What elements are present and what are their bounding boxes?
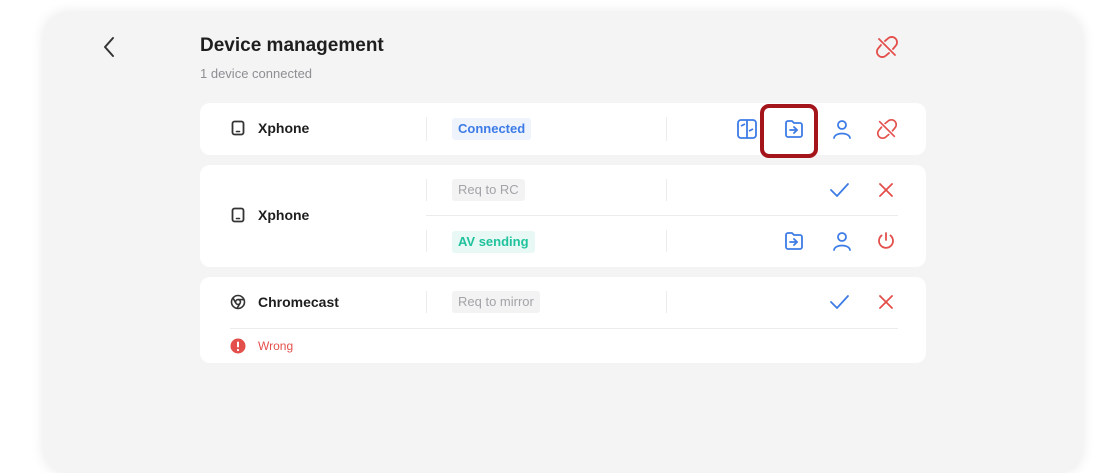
divider xyxy=(666,230,667,252)
link-off-icon xyxy=(876,118,898,140)
status-badge: AV sending xyxy=(452,231,535,253)
row-divider xyxy=(230,328,898,329)
device-label: Xphone xyxy=(230,207,309,223)
user-icon xyxy=(833,120,851,139)
divider xyxy=(666,291,667,313)
file-send-icon xyxy=(785,232,803,250)
accept-button[interactable] xyxy=(825,176,853,204)
device-name: Chromecast xyxy=(258,294,339,310)
chevron-left-icon xyxy=(104,37,114,57)
power-button[interactable] xyxy=(872,227,900,255)
phone-icon xyxy=(230,120,246,136)
status-badge: Req to RC xyxy=(452,179,525,201)
reject-button[interactable] xyxy=(872,176,900,204)
divider xyxy=(426,179,427,201)
device-name: Xphone xyxy=(258,120,310,136)
divider xyxy=(426,230,427,252)
device-card-chromecast: Chromecast Req to mirror Wrong xyxy=(200,277,926,363)
device-label: Chromecast xyxy=(230,294,339,310)
page-title: Device management xyxy=(200,35,384,56)
highlight-box xyxy=(760,104,818,158)
screen-share-icon xyxy=(737,119,757,139)
screen-share-button[interactable] xyxy=(733,115,761,143)
check-icon xyxy=(830,295,849,309)
phone-icon xyxy=(230,207,246,223)
device-label: Xphone xyxy=(230,120,309,136)
status-badge: Connected xyxy=(452,118,532,140)
reject-button[interactable] xyxy=(872,288,900,316)
connection-count: 1 device connected xyxy=(200,66,313,81)
check-icon xyxy=(830,183,849,197)
error-message: Wrong xyxy=(230,338,293,354)
disconnect-all-button[interactable] xyxy=(873,33,901,61)
close-icon xyxy=(879,183,893,197)
error-icon xyxy=(230,338,246,354)
divider xyxy=(426,291,427,313)
device-card-xphone-requests: Xphone Req to RC AV sending xyxy=(200,165,926,267)
divider xyxy=(426,117,427,141)
user-button[interactable] xyxy=(828,227,856,255)
send-file-button[interactable] xyxy=(780,227,808,255)
chrome-icon xyxy=(230,294,246,310)
user-button[interactable] xyxy=(828,115,856,143)
device-name: Xphone xyxy=(258,207,310,223)
close-icon xyxy=(879,295,893,309)
user-icon xyxy=(833,232,851,251)
accept-button[interactable] xyxy=(825,288,853,316)
power-icon xyxy=(878,232,894,249)
divider xyxy=(666,179,667,201)
link-off-icon xyxy=(876,36,898,58)
disconnect-button[interactable] xyxy=(873,115,901,143)
status-badge: Req to mirror xyxy=(452,291,540,313)
divider xyxy=(666,117,667,141)
back-button[interactable] xyxy=(96,32,122,62)
error-text: Wrong xyxy=(258,339,294,353)
row-divider xyxy=(426,215,898,216)
